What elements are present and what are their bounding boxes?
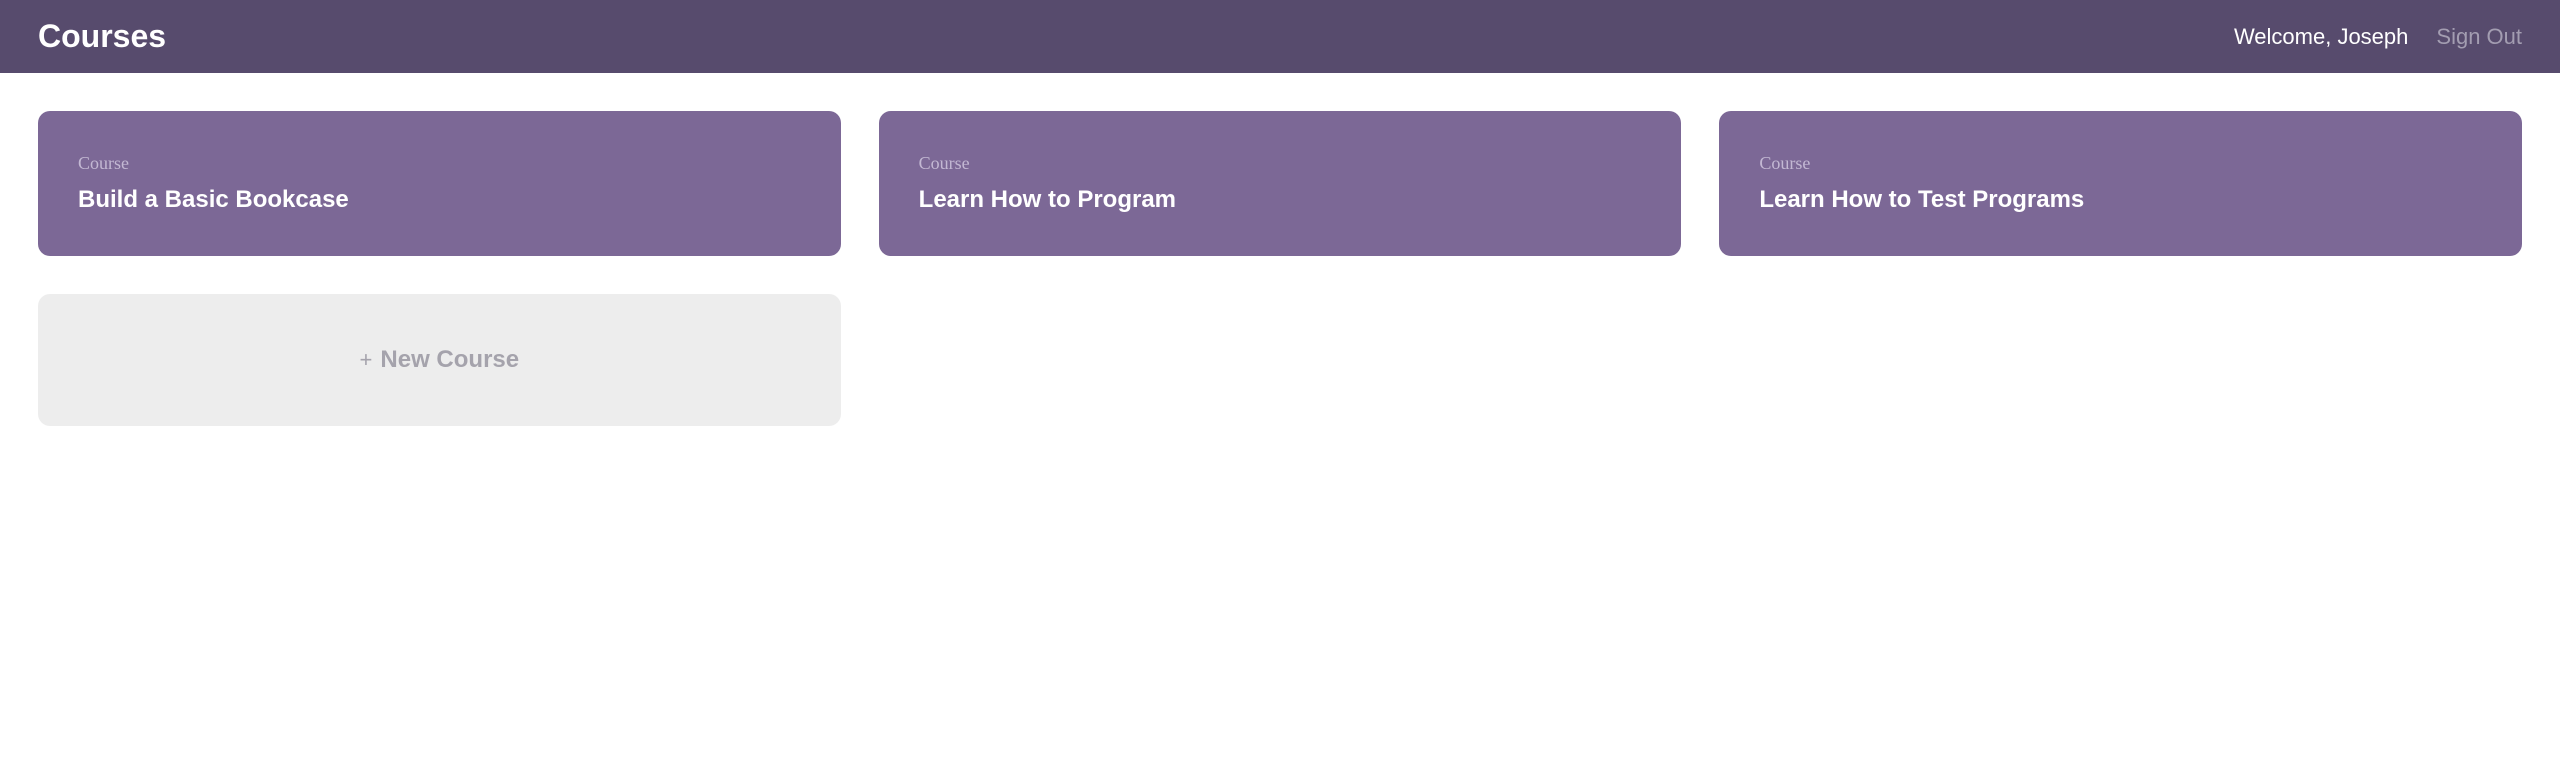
welcome-text: Welcome, Joseph [2234,24,2408,50]
course-title: Learn How to Program [919,186,1642,214]
course-label: Course [1759,153,2482,174]
new-course-label: New Course [380,346,519,374]
new-course-card[interactable]: + New Course [38,294,841,426]
plus-icon: + [360,347,373,373]
course-card[interactable]: Course Learn How to Program [879,111,1682,256]
course-title: Build a Basic Bookcase [78,186,801,214]
header: Courses Welcome, Joseph Sign Out [0,0,2560,73]
sign-out-link[interactable]: Sign Out [2436,24,2522,50]
course-title: Learn How to Test Programs [1759,186,2482,214]
course-card[interactable]: Course Build a Basic Bookcase [38,111,841,256]
course-card[interactable]: Course Learn How to Test Programs [1719,111,2522,256]
page-title: Courses [38,18,166,55]
header-right: Welcome, Joseph Sign Out [2234,24,2522,50]
new-course-content: + New Course [360,346,520,374]
course-label: Course [919,153,1642,174]
courses-grid: Course Build a Basic Bookcase Course Lea… [0,73,2560,464]
course-label: Course [78,153,801,174]
